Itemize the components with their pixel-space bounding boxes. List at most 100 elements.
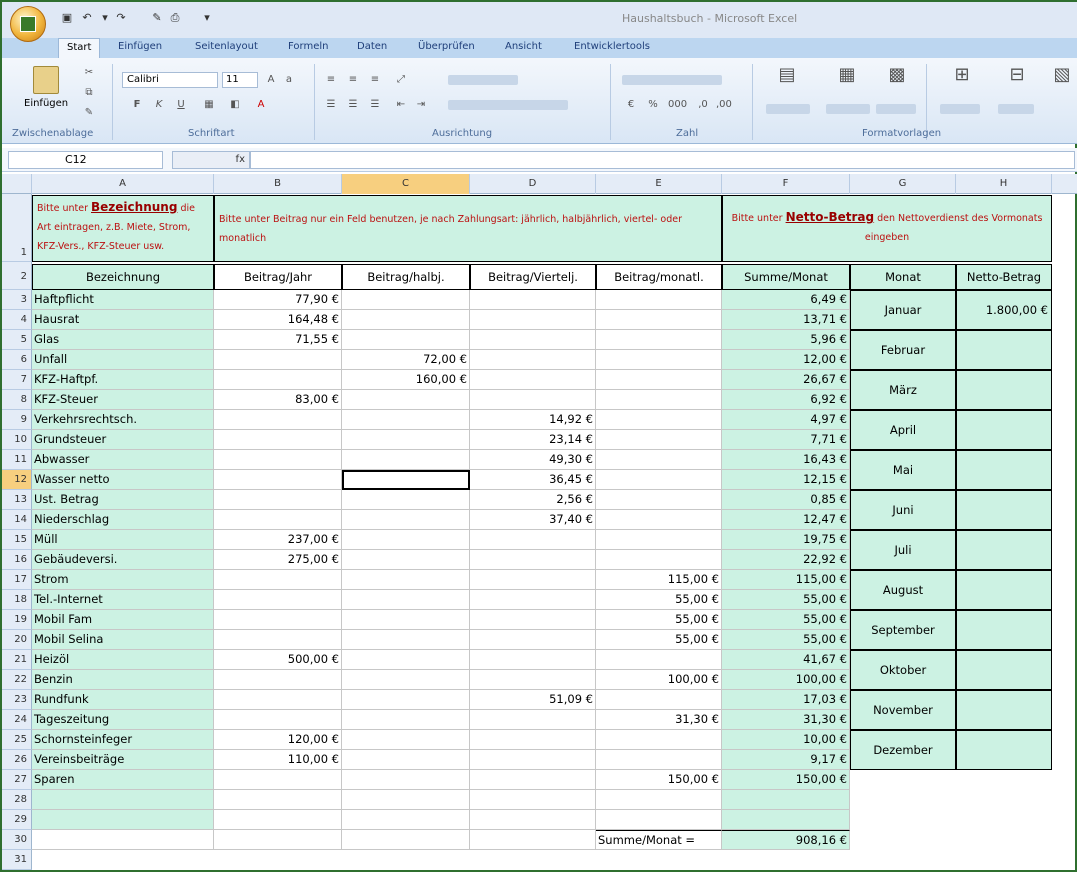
cell-beitrag-halbj[interactable] (342, 510, 470, 530)
number-format-dropdown[interactable] (622, 75, 722, 85)
cell-summe-monat[interactable]: 6,92 € (722, 390, 850, 410)
cell-beitrag-monatl[interactable] (596, 330, 722, 350)
cell-beitrag-viertelj[interactable]: 23,14 € (470, 430, 596, 450)
cell-bezeichnung[interactable]: Tageszeitung (32, 710, 214, 730)
netto-cell[interactable] (956, 650, 1052, 690)
netto-cell[interactable] (956, 730, 1052, 770)
cell-beitrag-viertelj[interactable]: 37,40 € (470, 510, 596, 530)
cell-beitrag-jahr[interactable]: 110,00 € (214, 750, 342, 770)
cell-beitrag-halbj[interactable] (342, 530, 470, 550)
cell-summe-monat[interactable]: 9,17 € (722, 750, 850, 770)
cell-beitrag-monatl[interactable] (596, 350, 722, 370)
cell-beitrag-monatl[interactable] (596, 510, 722, 530)
cell-bezeichnung[interactable]: Wasser netto (32, 470, 214, 490)
header-beitrag-viertelj[interactable]: Beitrag/Viertelj. (470, 264, 596, 290)
edit-icon[interactable]: ✎ (150, 12, 164, 24)
cell-beitrag-halbj[interactable] (342, 670, 470, 690)
cell-beitrag-halbj[interactable] (342, 790, 470, 810)
cell-beitrag-jahr[interactable] (214, 790, 342, 810)
cell-bezeichnung[interactable]: KFZ-Haftpf. (32, 370, 214, 390)
cell-styles-icon[interactable]: ▩ (882, 66, 912, 96)
cell-summe-monat[interactable]: 13,71 € (722, 310, 850, 330)
cell-bezeichnung[interactable]: Verkehrsrechtsch. (32, 410, 214, 430)
row-header-24[interactable]: 24 (2, 710, 32, 730)
format-painter-icon[interactable]: ✎ (82, 106, 96, 119)
row-header-14[interactable]: 14 (2, 510, 32, 530)
row-header-26[interactable]: 26 (2, 750, 32, 770)
cell-beitrag-viertelj[interactable]: 36,45 € (470, 470, 596, 490)
cell-beitrag-halbj[interactable] (342, 750, 470, 770)
row-header-12[interactable]: 12 (2, 470, 32, 490)
column-header-c[interactable]: C (342, 174, 470, 194)
month-cell[interactable]: März (850, 370, 956, 410)
cell-beitrag-viertelj[interactable]: 51,09 € (470, 690, 596, 710)
cell-beitrag-monatl[interactable] (596, 290, 722, 310)
cell-beitrag-viertelj[interactable] (470, 290, 596, 310)
cell-beitrag-viertelj[interactable] (470, 390, 596, 410)
month-cell[interactable]: November (850, 690, 956, 730)
cell-beitrag-halbj[interactable]: 160,00 € (342, 370, 470, 390)
cell-beitrag-halbj[interactable] (342, 290, 470, 310)
cell-bezeichnung[interactable]: Mobil Fam (32, 610, 214, 630)
tab-data[interactable]: Daten (357, 41, 387, 52)
active-cell-c12[interactable] (342, 470, 470, 490)
netto-cell[interactable] (956, 610, 1052, 650)
customize-toolbar-icon[interactable]: ▾ (200, 12, 214, 24)
column-header-f[interactable]: F (722, 174, 850, 194)
cell-beitrag-jahr[interactable] (214, 690, 342, 710)
cell-beitrag-viertelj[interactable] (470, 630, 596, 650)
netto-cell[interactable] (956, 330, 1052, 370)
row-header-1[interactable]: 1 (2, 194, 32, 262)
cell-beitrag-jahr[interactable] (214, 630, 342, 650)
name-box[interactable]: C12 (8, 151, 163, 169)
month-cell[interactable]: April (850, 410, 956, 450)
cell-bezeichnung[interactable]: Rundfunk (32, 690, 214, 710)
cell-summe-monat[interactable]: 908,16 € (722, 830, 850, 850)
tab-page-layout[interactable]: Seitenlayout (195, 41, 258, 52)
save-icon[interactable]: ▣ (60, 12, 74, 24)
cell-summe-monat[interactable]: 55,00 € (722, 610, 850, 630)
month-cell[interactable]: Mai (850, 450, 956, 490)
cell-bezeichnung[interactable]: KFZ-Steuer (32, 390, 214, 410)
month-cell[interactable]: August (850, 570, 956, 610)
cell-beitrag-halbj[interactable] (342, 450, 470, 470)
cell-beitrag-viertelj[interactable] (470, 750, 596, 770)
cell-bezeichnung[interactable]: Müll (32, 530, 214, 550)
cell-beitrag-halbj[interactable] (342, 690, 470, 710)
cell-summe-monat[interactable]: 12,47 € (722, 510, 850, 530)
cell-summe-monat[interactable]: 6,49 € (722, 290, 850, 310)
header-beitrag-monatl[interactable]: Beitrag/monatl. (596, 264, 722, 290)
column-header-d[interactable]: D (470, 174, 596, 194)
office-button[interactable] (10, 6, 46, 42)
cell-beitrag-monatl[interactable] (596, 730, 722, 750)
decrease-indent-icon[interactable]: ⇤ (394, 98, 408, 111)
cell-beitrag-halbj[interactable] (342, 710, 470, 730)
row-header-10[interactable]: 10 (2, 430, 32, 450)
cell-beitrag-jahr[interactable] (214, 410, 342, 430)
cell-bezeichnung[interactable]: Sparen (32, 770, 214, 790)
cell-beitrag-jahr[interactable] (214, 470, 342, 490)
cell-summe-monat[interactable]: 150,00 € (722, 770, 850, 790)
tab-start[interactable]: Start (58, 38, 101, 59)
cell-beitrag-monatl[interactable] (596, 490, 722, 510)
conditional-format-button[interactable] (766, 104, 810, 114)
insert-function-button[interactable]: fx (172, 151, 250, 169)
row-header-20[interactable]: 20 (2, 630, 32, 650)
formula-input[interactable] (250, 151, 1075, 169)
cell-beitrag-jahr[interactable] (214, 430, 342, 450)
cell-beitrag-jahr[interactable] (214, 450, 342, 470)
cell-beitrag-viertelj[interactable] (470, 770, 596, 790)
row-header-28[interactable]: 28 (2, 790, 32, 810)
cell-beitrag-monatl[interactable]: 150,00 € (596, 770, 722, 790)
cell-bezeichnung[interactable] (32, 790, 214, 810)
decrease-decimal-icon[interactable]: ,00 (716, 98, 732, 111)
row-header-25[interactable]: 25 (2, 730, 32, 750)
delete-cells-icon[interactable]: ⊟ (1002, 66, 1032, 96)
cell-styles-button[interactable] (876, 104, 916, 114)
cell-summe-monat[interactable] (722, 790, 850, 810)
cell-beitrag-halbj[interactable] (342, 590, 470, 610)
netto-cell[interactable]: 1.800,00 € (956, 290, 1052, 330)
cell-beitrag-jahr[interactable] (214, 510, 342, 530)
cell-bezeichnung[interactable] (32, 830, 214, 850)
italic-icon[interactable]: K (152, 98, 166, 111)
